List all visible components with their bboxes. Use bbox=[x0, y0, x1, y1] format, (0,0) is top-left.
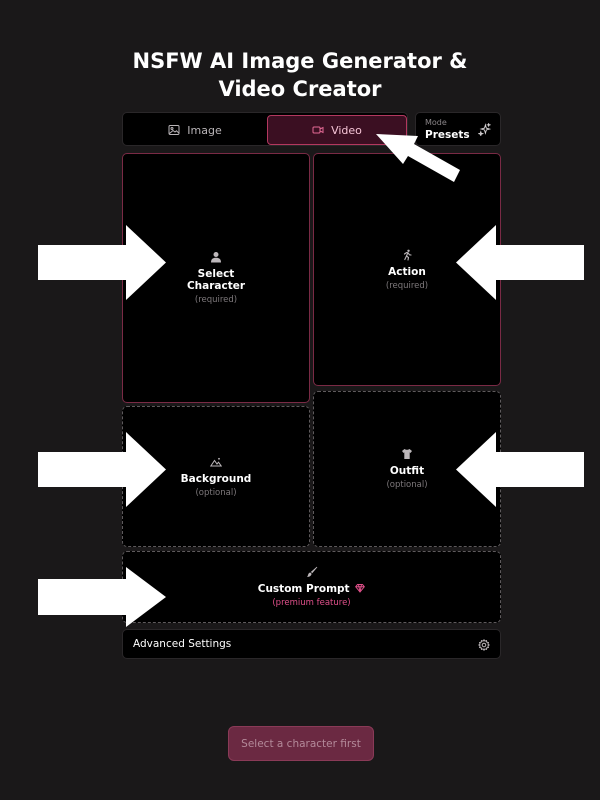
custom-prompt-label: Custom Prompt bbox=[257, 583, 350, 595]
custom-prompt-sub: (premium feature) bbox=[272, 598, 351, 608]
select-character-sub: (required) bbox=[194, 295, 238, 305]
mountain-icon bbox=[210, 457, 222, 466]
image-icon bbox=[168, 125, 180, 135]
page-title-line-1: NSFW AI Image Generator & bbox=[132, 49, 468, 73]
gem-icon bbox=[355, 584, 366, 593]
shirt-icon bbox=[402, 449, 412, 459]
gear-icon bbox=[478, 639, 490, 651]
arrow-left-character bbox=[38, 225, 166, 300]
arrow-left-background bbox=[38, 432, 166, 507]
mode-tabs: Image Video bbox=[122, 112, 408, 146]
outfit-label: Outfit bbox=[389, 465, 425, 477]
advanced-settings-label: Advanced Settings bbox=[133, 638, 232, 650]
background-label: Background bbox=[180, 472, 252, 485]
tab-image[interactable]: Image bbox=[125, 115, 265, 145]
page-title: NSFW AI Image Generator & Video Creator bbox=[0, 47, 600, 103]
custom-prompt-card[interactable]: Custom Prompt (premium feature) bbox=[122, 551, 501, 623]
advanced-settings[interactable]: Advanced Settings bbox=[122, 629, 501, 659]
background-sub: (optional) bbox=[195, 487, 237, 498]
video-icon bbox=[312, 126, 324, 134]
arrow-right-action bbox=[456, 225, 584, 300]
user-icon bbox=[211, 252, 221, 263]
arrow-left-custom-prompt bbox=[38, 567, 166, 627]
arrow-to-video-tab bbox=[376, 134, 460, 182]
generate-button[interactable]: Select a character first bbox=[228, 726, 374, 761]
custom-prompt-label-row: Custom Prompt bbox=[257, 583, 366, 595]
select-character-label: Select Character bbox=[186, 268, 246, 292]
action-sub: (required) bbox=[385, 280, 429, 291]
running-icon bbox=[403, 249, 412, 261]
outfit-sub: (optional) bbox=[386, 480, 428, 490]
arrow-right-outfit bbox=[456, 432, 584, 507]
tab-image-label: Image bbox=[187, 123, 222, 137]
sparkles-icon bbox=[478, 123, 491, 136]
tab-video-label: Video bbox=[331, 123, 362, 137]
brush-icon bbox=[306, 566, 317, 577]
page-title-line-2: Video Creator bbox=[218, 77, 382, 101]
action-label: Action bbox=[388, 265, 426, 278]
